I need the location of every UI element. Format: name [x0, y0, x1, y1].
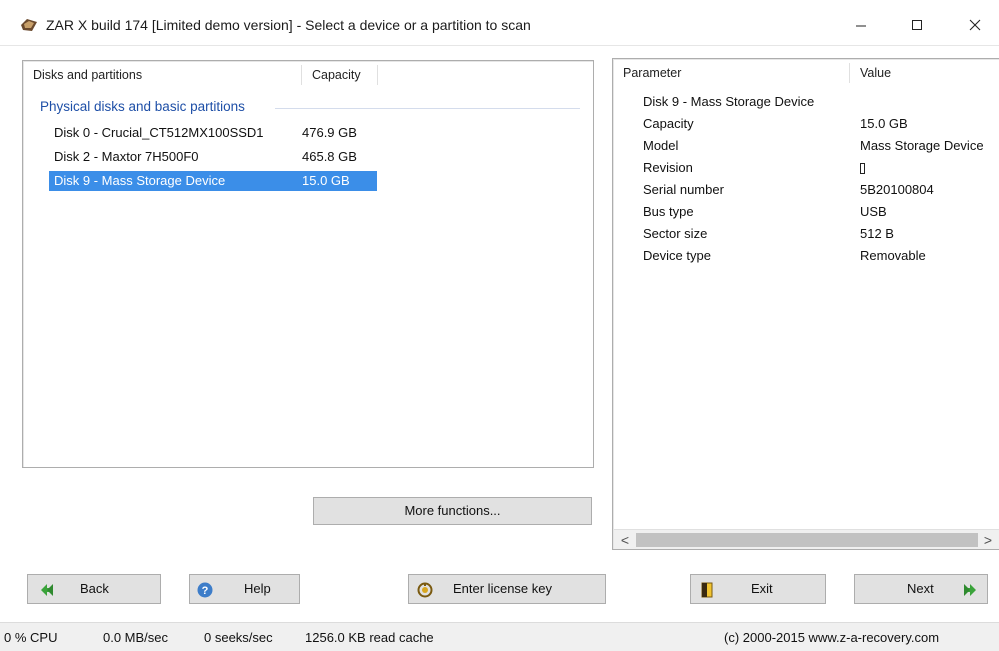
horizontal-scrollbar[interactable]: < > [614, 529, 999, 549]
next-label: Next [907, 581, 934, 596]
back-arrow-icon [38, 581, 56, 599]
close-button[interactable] [952, 8, 998, 42]
disks-list-panel[interactable]: Disks and partitions Capacity Physical d… [22, 60, 594, 468]
next-arrow-icon [961, 581, 979, 599]
column-header-disks[interactable]: Disks and partitions [23, 61, 301, 89]
back-label: Back [80, 581, 109, 596]
disk-row-2[interactable]: Disk 2 - Maxtor 7H500F0 465.8 GB [49, 147, 379, 167]
status-speed: 0.0 MB/sec [103, 630, 169, 645]
param-label-sector-size: Sector size [643, 226, 708, 241]
help-icon: ? [196, 581, 214, 599]
disk-row-9-selected[interactable]: Disk 9 - Mass Storage Device 15.0 GB [49, 171, 377, 191]
minimize-button[interactable] [838, 8, 884, 42]
help-button[interactable]: ? Help [189, 574, 300, 604]
status-cache: 1256.0 KB read cache [305, 630, 434, 645]
param-label-revision: Revision [643, 160, 693, 175]
maximize-icon [912, 20, 922, 30]
scrollbar-thumb[interactable] [636, 533, 978, 547]
back-button[interactable]: Back [27, 574, 161, 604]
exit-door-icon [698, 581, 716, 599]
device-parameters-panel[interactable]: Parameter Value Disk 9 - Mass Storage De… [612, 58, 999, 550]
disk-name: Disk 2 - Maxtor 7H500F0 [54, 149, 199, 164]
group-header-physical-disks: Physical disks and basic partitions [40, 99, 245, 114]
app-logo-icon [20, 18, 38, 32]
param-label-bus-type: Bus type [643, 204, 694, 219]
param-label-capacity: Capacity [643, 116, 694, 131]
device-title: Disk 9 - Mass Storage Device [643, 94, 815, 109]
column-header-capacity[interactable]: Capacity [302, 61, 377, 89]
status-seeks: 0 seeks/sec [204, 630, 273, 645]
param-label-serial: Serial number [643, 182, 724, 197]
param-label-model: Model [643, 138, 679, 153]
window-title: ZAR X build 174 [Limited demo version] -… [46, 17, 531, 33]
help-label: Help [244, 581, 271, 596]
maximize-button[interactable] [894, 8, 940, 42]
exit-button[interactable]: Exit [690, 574, 826, 604]
title-bar: ZAR X build 174 [Limited demo version] -… [0, 0, 999, 46]
param-value-device-type: Removable [860, 248, 926, 263]
exit-label: Exit [751, 581, 773, 596]
disk-capacity: 465.8 GB [302, 149, 357, 164]
disk-name: Disk 0 - Crucial_CT512MX100SSD1 [54, 125, 264, 140]
key-icon [416, 581, 434, 599]
status-cpu: 0 % CPU [4, 630, 58, 645]
svg-text:?: ? [202, 585, 209, 597]
column-separator[interactable] [377, 65, 378, 85]
param-value-model: Mass Storage Device [860, 138, 984, 153]
revision-placeholder-glyph:   [860, 163, 865, 175]
status-bar: 0 % CPU 0.0 MB/sec 0 seeks/sec 1256.0 KB… [0, 622, 999, 651]
param-value-bus-type: USB [860, 204, 887, 219]
scroll-left-arrow-icon[interactable]: < [617, 532, 633, 548]
more-functions-button[interactable]: More functions... [313, 497, 592, 525]
param-value-revision:   [860, 160, 865, 180]
param-label-device-type: Device type [643, 248, 711, 263]
disk-capacity: 15.0 GB [302, 173, 350, 188]
next-button[interactable]: Next [854, 574, 988, 604]
group-divider [275, 108, 580, 109]
disk-row-0[interactable]: Disk 0 - Crucial_CT512MX100SSD1 476.9 GB [49, 123, 379, 143]
param-value-sector-size: 512 B [860, 226, 894, 241]
close-icon [969, 19, 981, 31]
status-copyright[interactable]: (c) 2000-2015 www.z-a-recovery.com [724, 630, 939, 645]
license-label: Enter license key [453, 581, 552, 596]
disk-name: Disk 9 - Mass Storage Device [54, 173, 226, 188]
param-value-serial: 5B20100804 [860, 182, 934, 197]
disk-capacity: 476.9 GB [302, 125, 357, 140]
scroll-right-arrow-icon[interactable]: > [980, 532, 996, 548]
enter-license-key-button[interactable]: Enter license key [408, 574, 606, 604]
minimize-icon [856, 25, 866, 27]
param-value-capacity: 15.0 GB [860, 116, 908, 131]
column-header-value[interactable]: Value [850, 59, 999, 87]
column-header-parameter[interactable]: Parameter [613, 59, 849, 87]
